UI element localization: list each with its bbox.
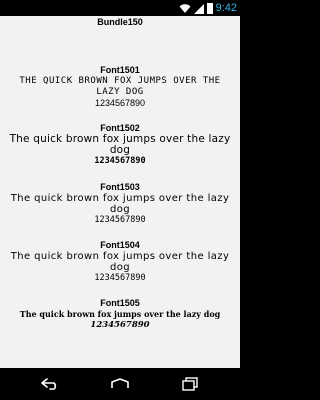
wifi-icon <box>179 0 191 18</box>
font-sample: The quick brown fox jumps over the lazy … <box>10 193 230 215</box>
signal-icon <box>193 0 204 18</box>
font-sample: The quick brown fox jumps over the lazy … <box>9 133 231 156</box>
page-title: Bundle150 <box>97 17 143 27</box>
font-digits: 1234567890 <box>94 156 146 166</box>
font-preview-1501: Font1501 the quick brown fox jumps over … <box>0 65 240 109</box>
home-button[interactable] <box>90 368 150 400</box>
home-icon <box>111 378 129 388</box>
font-digits: 1234567890 <box>94 98 146 108</box>
font-name: Font1505 <box>100 298 140 308</box>
font-name: Font1503 <box>100 182 140 192</box>
font-preview-1503: Font1503 The quick brown fox jumps over … <box>0 182 240 226</box>
font-digits: 1234567890 <box>94 273 146 283</box>
status-icons: 9:42 <box>179 0 237 16</box>
font-preview-1502: Font1502 The quick brown fox jumps over … <box>0 123 240 167</box>
back-button[interactable] <box>20 368 80 400</box>
back-icon <box>41 378 57 390</box>
recents-button[interactable] <box>160 368 220 400</box>
font-sample: the quick brown fox jumps over the lazy … <box>19 76 221 97</box>
navigation-bar <box>0 368 240 400</box>
font-preview-1504: Font1504 The quick brown fox jumps over … <box>0 240 240 284</box>
recents-icon <box>182 377 198 391</box>
font-digits: 1234567890 <box>90 320 150 330</box>
font-digits: 1234567890 <box>94 215 146 225</box>
font-name: Font1504 <box>100 240 140 250</box>
content-area[interactable]: Bundle150 Font1501 the quick brown fox j… <box>0 16 240 368</box>
font-preview-1505: Font1505 The quick brown fox jumps over … <box>0 298 240 331</box>
status-time: 9:42 <box>215 2 237 14</box>
font-sample: The quick brown fox jumps over the lazy … <box>19 309 221 319</box>
status-bar: 9:42 <box>0 0 240 16</box>
font-name: Font1501 <box>100 65 140 75</box>
font-sample: The quick brown fox jumps over the lazy … <box>10 251 230 273</box>
battery-icon <box>206 2 213 14</box>
